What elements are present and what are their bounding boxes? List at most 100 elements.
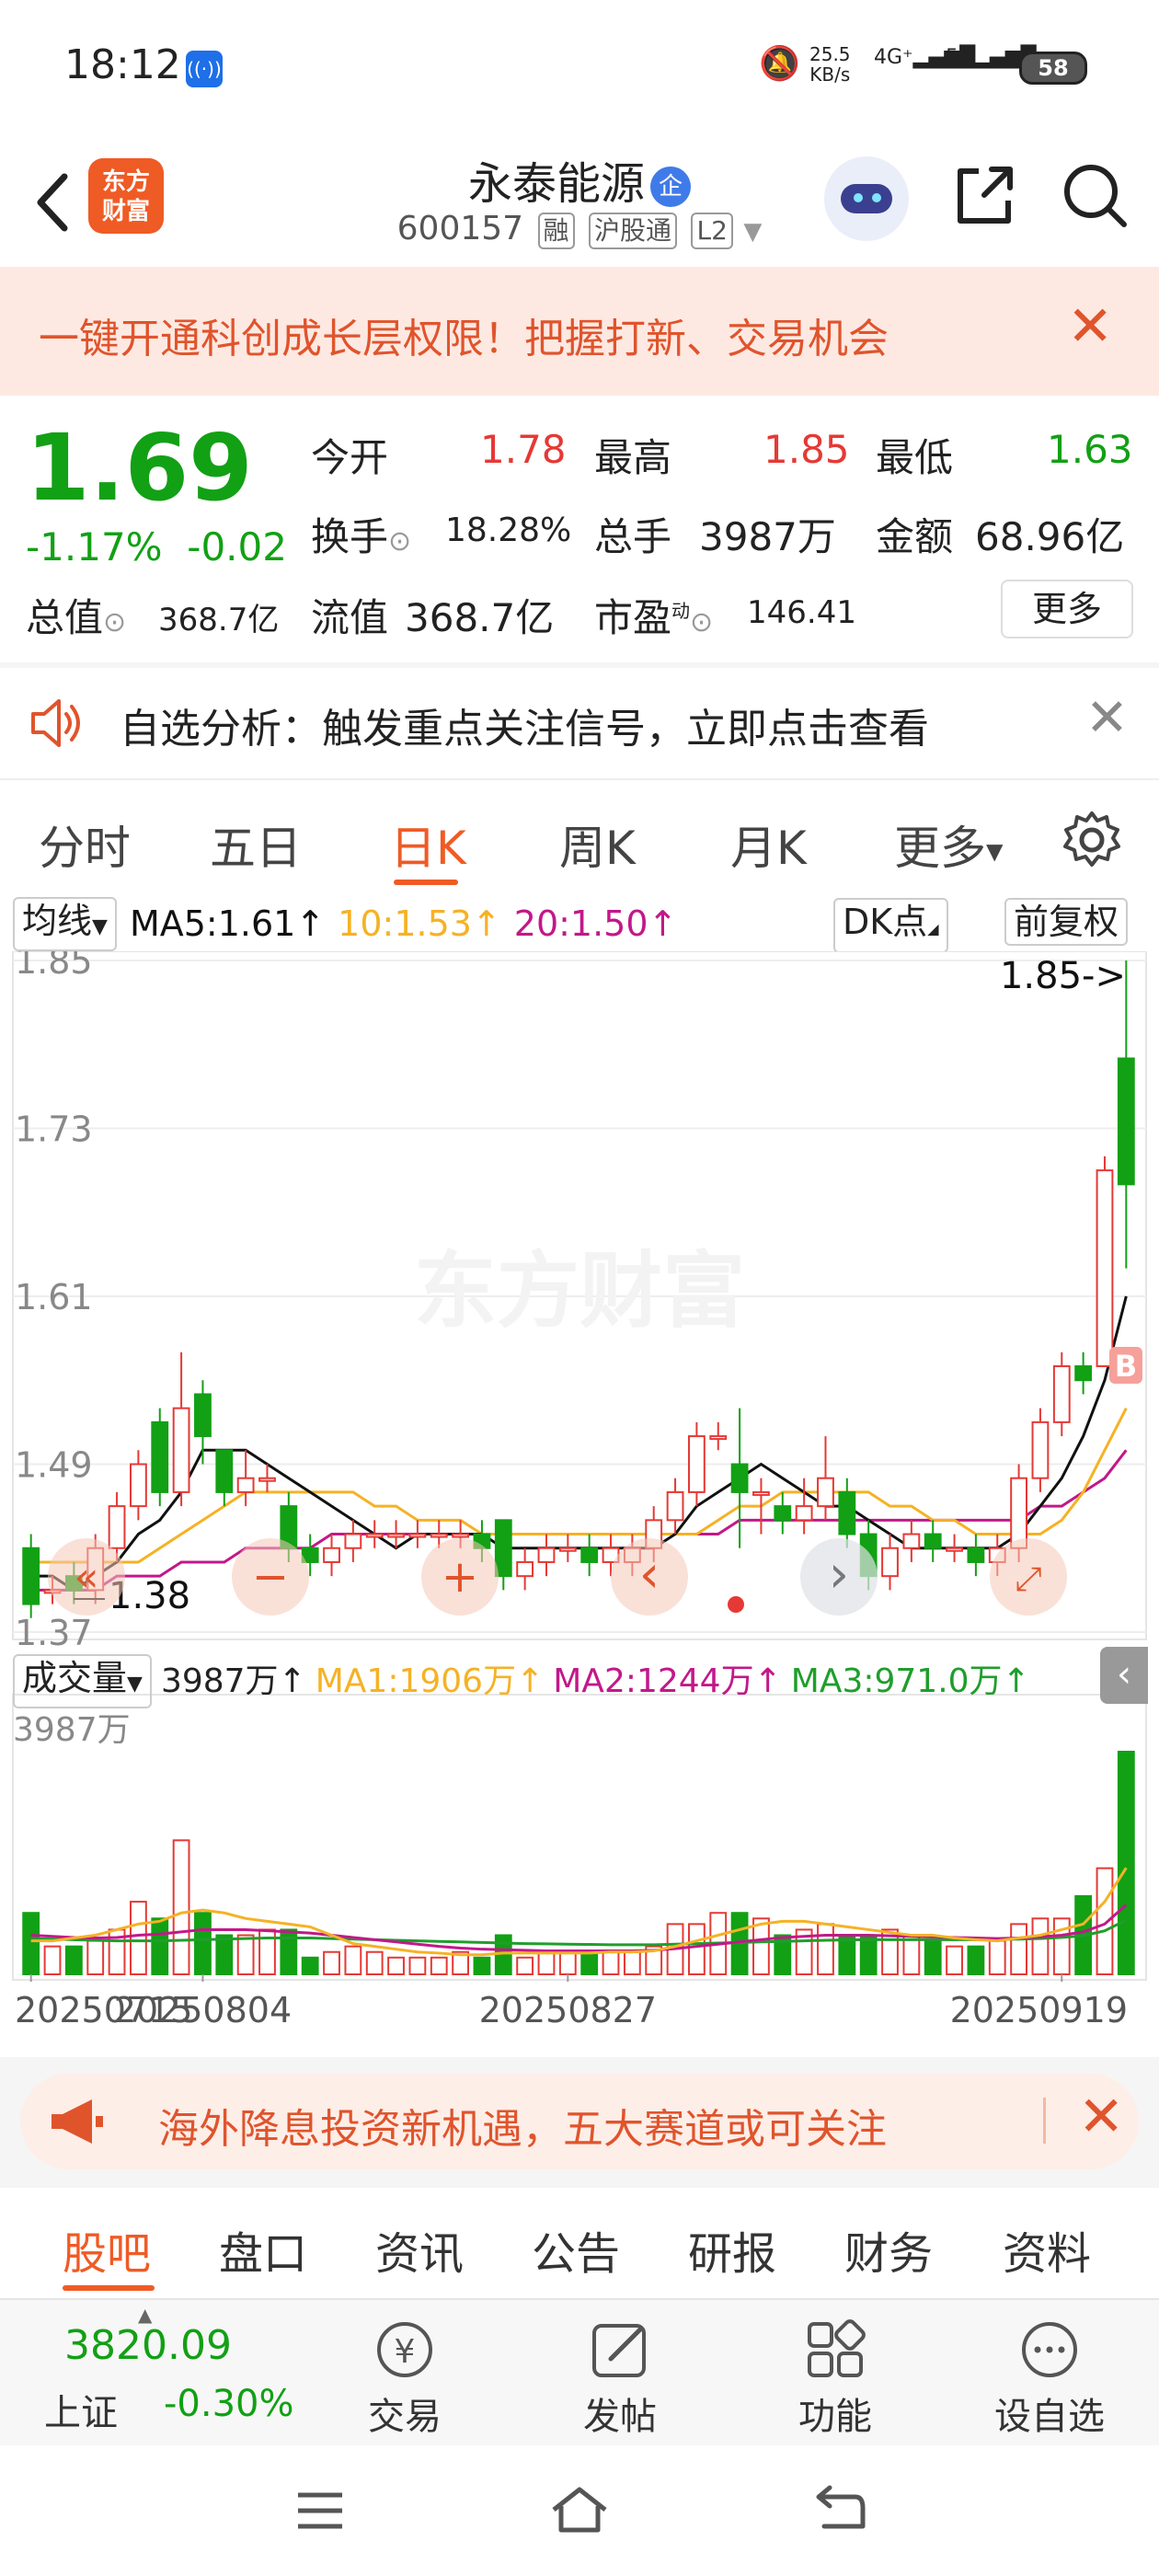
collapse-tab-icon[interactable]: ‹ bbox=[1100, 1647, 1148, 1704]
analysis-row[interactable]: 自选分析：触发重点关注信号，立即点击查看 ✕ bbox=[0, 668, 1159, 778]
y-tick-label: 1.73 bbox=[15, 1110, 93, 1150]
ma-row: 均线▼ MA5:1.61↑ 10:1.53↑ 20:1.50↑ bbox=[13, 896, 678, 951]
post-button[interactable]: 发帖 bbox=[565, 2318, 675, 2440]
tab-weekly-k[interactable]: 周K bbox=[559, 811, 636, 878]
volume-bar bbox=[129, 1901, 147, 1975]
candle-body bbox=[365, 1533, 384, 1538]
kline-chart[interactable]: 东方财富 1.851.731.611.491.37 1.85-> 1.38 B … bbox=[0, 951, 1159, 2037]
info-icon: ⊙ bbox=[690, 606, 714, 638]
volume-bar bbox=[430, 1956, 448, 1975]
volume-bar bbox=[602, 1950, 620, 1975]
volume-bar bbox=[473, 1956, 491, 1975]
news-text: 海外降息投资新机遇，五大赛道或可关注 bbox=[158, 2106, 887, 2153]
volume-bar bbox=[988, 1939, 1006, 1976]
tab-financials[interactable]: 财务 bbox=[844, 2217, 933, 2282]
y-tick-label: 1.61 bbox=[15, 1277, 93, 1317]
chart-tabs: 分时 五日 日K 周K 月K 更多▼ bbox=[0, 778, 1159, 898]
index-name: 上证 bbox=[44, 2392, 118, 2434]
close-icon[interactable]: ✕ bbox=[1067, 294, 1113, 359]
candle-body bbox=[687, 1435, 706, 1493]
trade-button[interactable]: ¥ 交易 bbox=[350, 2318, 460, 2440]
more-button[interactable]: 更多 bbox=[1001, 580, 1133, 638]
divider bbox=[1043, 2098, 1046, 2144]
index-value[interactable]: 3820.09 bbox=[64, 2322, 232, 2369]
edit-icon bbox=[592, 2324, 646, 2377]
news-banner[interactable]: 海外降息投资新机遇，五大赛道或可关注 ✕ bbox=[20, 2074, 1139, 2169]
share-icon[interactable] bbox=[947, 158, 1021, 232]
candle-body bbox=[258, 1477, 276, 1482]
chevron-down-icon: ▼ bbox=[743, 218, 763, 246]
gear-icon[interactable] bbox=[1060, 808, 1124, 872]
candle-body bbox=[129, 1463, 147, 1508]
home-icon[interactable] bbox=[546, 2482, 613, 2537]
search-icon[interactable] bbox=[1058, 158, 1131, 232]
index-change: -0.30% bbox=[164, 2383, 294, 2425]
candle-body bbox=[22, 1547, 40, 1605]
tab-more[interactable]: 更多▼ bbox=[894, 811, 1003, 878]
kline-chart-panel: 均线▼ MA5:1.61↑ 10:1.53↑ 20:1.50↑ DK点◢ 前复权… bbox=[0, 896, 1159, 2057]
volume-bar bbox=[1117, 1751, 1135, 1975]
y-tick-label: 1.37 bbox=[15, 1613, 93, 1653]
tab-profile[interactable]: 资料 bbox=[1003, 2217, 1091, 2282]
ma20-readout: 20:1.50↑ bbox=[513, 903, 678, 944]
tab-daily-k[interactable]: 日K bbox=[390, 811, 466, 878]
volume-bar bbox=[365, 1950, 384, 1975]
promo-banner[interactable]: 一键开通科创成长层权限！把握打新、交易机会 ✕ bbox=[0, 267, 1159, 396]
volume-bar bbox=[902, 1934, 921, 1976]
volume-bar bbox=[215, 1934, 234, 1976]
tab-monthly-k[interactable]: 月K bbox=[730, 811, 807, 878]
zoom-out-icon: − bbox=[252, 1551, 289, 1603]
speaker-icon bbox=[31, 699, 80, 747]
volume-select[interactable]: 成交量▼ bbox=[13, 1654, 152, 1708]
candle-body bbox=[730, 1463, 749, 1493]
quote-panel: 1.69 -1.17% -0.02 今开 1.78 最高 1.85 最低 1.6… bbox=[0, 396, 1159, 662]
bottom-toolbar: 3820.09 上证 -0.30% ▲ ¥ 交易 发帖 功能 设自选 bbox=[0, 2298, 1159, 2445]
candle-body bbox=[172, 1407, 190, 1493]
volume-bar bbox=[43, 1945, 62, 1975]
tag-connect: 沪股通 bbox=[589, 213, 678, 249]
float-label: 流值 bbox=[311, 595, 389, 640]
candle-body bbox=[817, 1477, 834, 1508]
chevron-down-icon: ▼ bbox=[986, 838, 1004, 865]
dk-point-button[interactable]: DK点◢ bbox=[833, 898, 948, 953]
volume-bar bbox=[236, 1934, 255, 1976]
close-icon[interactable]: ✕ bbox=[1085, 688, 1129, 748]
back-nav-icon[interactable] bbox=[809, 2484, 868, 2536]
ai-assistant-icon[interactable] bbox=[824, 156, 909, 241]
candle-body bbox=[108, 1505, 126, 1549]
turnover-label: 换手⊙ bbox=[311, 514, 412, 559]
tab-intraday[interactable]: 分时 bbox=[39, 811, 131, 878]
tab-forum[interactable]: 股吧 bbox=[63, 2217, 151, 2282]
more-dots-icon bbox=[1022, 2322, 1077, 2377]
page-dot bbox=[728, 1596, 744, 1613]
adjust-button[interactable]: 前复权 bbox=[1004, 898, 1129, 946]
add-watchlist-button[interactable]: 设自选 bbox=[981, 2318, 1119, 2440]
volume-bar bbox=[1096, 1867, 1114, 1975]
candle-body bbox=[215, 1449, 234, 1493]
candle-body bbox=[236, 1477, 255, 1493]
tab-news[interactable]: 资讯 bbox=[375, 2217, 464, 2282]
tab-research[interactable]: 研报 bbox=[688, 2217, 776, 2282]
tab-five-day[interactable]: 五日 bbox=[210, 811, 302, 878]
tab-order-book[interactable]: 盘口 bbox=[219, 2217, 307, 2282]
open-label: 今开 bbox=[311, 435, 389, 480]
pe-value: 146.41 bbox=[747, 594, 856, 631]
volume-bar bbox=[687, 1923, 706, 1975]
candle-body bbox=[709, 1435, 728, 1441]
menu-icon[interactable] bbox=[293, 2488, 348, 2534]
high-value: 1.85 bbox=[763, 427, 850, 472]
candle bbox=[151, 1408, 169, 1507]
volume-bar bbox=[64, 1945, 83, 1975]
battery-icon: 58 bbox=[1019, 52, 1087, 85]
candle-body bbox=[924, 1533, 942, 1549]
close-icon[interactable]: ✕ bbox=[1078, 2085, 1124, 2149]
volume-bar bbox=[408, 1956, 427, 1975]
trade-icon: ¥ bbox=[377, 2322, 432, 2377]
tab-announcements[interactable]: 公告 bbox=[532, 2217, 620, 2282]
volume-bar bbox=[86, 1939, 105, 1976]
candle-body bbox=[902, 1533, 921, 1549]
features-button[interactable]: 功能 bbox=[780, 2318, 890, 2440]
watermark: 东方财富 bbox=[414, 1243, 745, 1340]
ma-select[interactable]: 均线▼ bbox=[13, 896, 117, 951]
date-label: 20250827 bbox=[479, 1990, 657, 2030]
